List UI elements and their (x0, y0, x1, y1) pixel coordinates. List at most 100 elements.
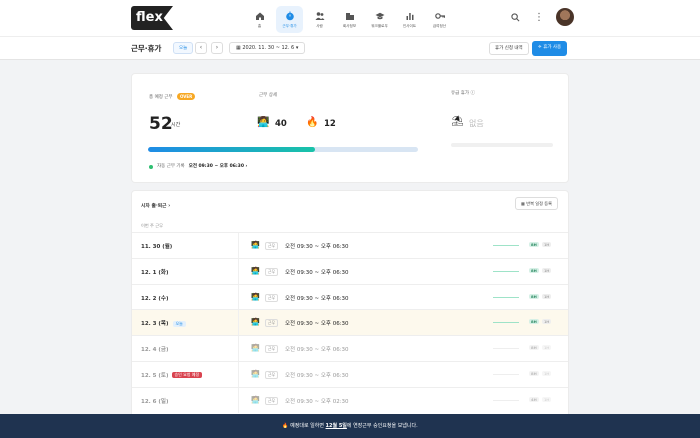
use-vacation-button[interactable]: ✈ 휴가 사용 (532, 41, 568, 56)
work-hours-badge: 8H (529, 242, 539, 247)
approval-pending-badge: 승인 요청 예정 (171, 372, 203, 379)
next-week-button[interactable]: › (211, 42, 223, 54)
work-type-badge: 근무 (265, 267, 278, 276)
use-vacation-label: 휴가 사용 (543, 45, 562, 50)
work-type-badge: 근무 (265, 242, 278, 250)
auto-record-time: 오전 09:30 ~ 오후 06:30 › (188, 164, 248, 169)
break-hours-badge: 1H (542, 242, 552, 247)
search-icon[interactable] (508, 10, 522, 24)
work-progress-bar (148, 147, 418, 152)
nav-item-2[interactable]: 사람 (306, 6, 333, 33)
overtime-count: 12 (324, 119, 336, 129)
work-time: 오전 09:30 ~ 오후 06:30 (285, 295, 349, 302)
nav-item-label: 홈 (257, 23, 262, 28)
schedule-row[interactable]: 12. 2 (수) 🧑‍💻 근무 오전 09:30 ~ 오후 06:30 8H 1H (132, 283, 568, 310)
row-divider (238, 361, 239, 387)
break-hours-badge: 1H (542, 370, 552, 376)
row-date: 12. 5 (토) 승인 요청 예정 (141, 371, 203, 379)
work-timeline-bar (493, 373, 519, 375)
row-divider (238, 336, 239, 361)
over-badge: OVER (177, 93, 196, 100)
total-hours: 52 (149, 114, 173, 134)
notice-prefix: 예정대로 일하면 (290, 423, 324, 429)
clock-icon (285, 11, 295, 21)
row-divider (238, 258, 239, 284)
nav-item-label: 워크플로우 (371, 23, 388, 28)
work-type-badge: 근무 (265, 370, 278, 379)
today-badge: 오늘 (172, 320, 186, 327)
work-timeline-bar (493, 270, 519, 272)
schedule-card: 시차 출·퇴근 › ▦ 반복 일정 등록 이번 주 근무 11. 30 (월) 🧑… (131, 190, 569, 415)
work-time: 오전 09:30 ~ 오후 02:30 (285, 398, 349, 405)
nav-item-label: 사람 (316, 23, 323, 28)
worker-icon: 🧑‍💻 (251, 395, 260, 404)
register-recurring-button[interactable]: ▦ 반복 일정 등록 (514, 197, 558, 210)
date-range-picker[interactable]: ▦ 2020. 11. 30 ~ 12. 6 ▾ (229, 42, 306, 54)
break-hours-badge: 1H (542, 267, 552, 273)
nav-item-1[interactable]: 근무·휴가 (276, 6, 303, 33)
work-timeline-bar (493, 348, 519, 350)
top-navigation: flex 홈 근무·휴가 사람 회사정보 워크플로우 인사이트 급여정산 ⋮ (0, 0, 700, 36)
beach-umbrella-icon: ⛱ (451, 116, 464, 127)
schedule-row[interactable]: 11. 30 (월) 🧑‍💻 근무 오전 09:30 ~ 오후 06:30 8H 1H (132, 232, 568, 258)
work-time: 오전 09:30 ~ 오후 06:30 (285, 244, 349, 250)
nav-item-0[interactable]: 홈 (246, 6, 273, 33)
schedule-row[interactable]: 12. 1 (화) 🧑‍💻 근무 오전 09:30 ~ 오후 06:30 8H 1H (132, 257, 568, 284)
today-button[interactable]: 오늘 (173, 42, 194, 54)
work-hours-badge: 8H (529, 319, 539, 325)
worker-icon: 🧑‍💻 (251, 266, 260, 275)
break-hours-badge: 1H (542, 319, 552, 325)
work-type-badge: 근무 (265, 293, 278, 302)
avatar[interactable] (556, 8, 574, 26)
bar-chart-icon (405, 11, 415, 21)
work-progress-fill (148, 147, 316, 152)
notice-date: 12월 5일 (325, 423, 347, 429)
prev-week-button[interactable]: ‹ (195, 42, 207, 54)
flexible-hours-link[interactable]: 시차 출·퇴근 › (141, 202, 170, 209)
work-summary-card: 총 예정 근무 OVER 52 시간 근무 상세 👩‍💻 40 🔥 12 자동 … (131, 73, 569, 183)
work-timeline-bar (493, 296, 519, 298)
overtime-notice-banner: 🔥 예정대로 일하면 12월 5일에 연장근무 승인요청을 보냅니다. (0, 414, 700, 438)
regular-work-count: 40 (275, 119, 287, 129)
home-icon (255, 11, 265, 21)
break-hours-badge: 1H (542, 293, 552, 299)
work-type-badge: 근무 (265, 396, 278, 405)
work-timeline-bar (493, 399, 519, 401)
register-recurring-label: 반복 일정 등록 (526, 201, 552, 206)
nav-item-3[interactable]: 회사정보 (336, 6, 363, 33)
work-time: 오전 09:30 ~ 오후 06:30 (285, 269, 349, 276)
page-title: 근무·휴가 (131, 44, 162, 53)
work-time: 오전 09:30 ~ 오후 06:30 (285, 347, 349, 354)
row-date: 12. 3 (목) 오늘 (141, 319, 186, 327)
nav-item-4[interactable]: 워크플로우 (366, 6, 393, 33)
vacation-request-history-button[interactable]: 휴가 신청 내역 (489, 42, 529, 55)
break-hours-badge: 1H (542, 345, 552, 351)
nav-item-5[interactable]: 인사이트 (396, 6, 423, 33)
nav-item-label: 급여정산 (432, 23, 447, 28)
schedule-row[interactable]: 12. 3 (목) 오늘 🧑‍💻 근무 오전 09:30 ~ 오후 06:30 8H 1H (132, 309, 568, 336)
break-hours-badge: 1H (542, 396, 552, 402)
more-vertical-icon[interactable]: ⋮ (532, 10, 546, 24)
work-hours-badge: 8H (529, 267, 539, 273)
worker-icon: 👩‍💻 (257, 117, 270, 128)
date-range-label: 2020. 11. 30 ~ 12. 6 (242, 45, 295, 51)
nav-item-6[interactable]: 급여정산 (426, 6, 453, 33)
paid-leave-value: 없음 (469, 119, 484, 128)
schedule-row[interactable]: 12. 4 (금) 🧑‍💻 근무 오전 09:30 ~ 오후 06:30 8H 1H (132, 335, 568, 361)
planned-work-label: 총 예정 근무 (149, 95, 173, 100)
auto-record-link[interactable]: 자동 근무 기록 오전 09:30 ~ 오후 06:30 › (157, 163, 247, 169)
work-hours-badge: 4H (529, 396, 539, 402)
sub-header: 근무·휴가 오늘 ‹ › ▦ 2020. 11. 30 ~ 12. 6 ▾ 휴가… (0, 36, 700, 60)
work-type-badge: 근무 (265, 319, 278, 328)
schedule-row[interactable]: 12. 6 (일) 🧑‍💻 근무 오전 09:30 ~ 오후 02:30 4H 1H (132, 386, 568, 413)
building-icon (345, 11, 355, 21)
schedule-row[interactable]: 12. 5 (토) 승인 요청 예정 🧑‍💻 근무 오전 09:30 ~ 오후 06:3… (132, 360, 568, 387)
flex-logo[interactable]: flex (131, 6, 173, 30)
row-date: 11. 30 (월) (141, 244, 173, 250)
work-hours-badge: 8H (529, 370, 539, 376)
fire-icon: 🔥 (306, 117, 319, 128)
row-date: 12. 1 (화) (141, 269, 169, 276)
row-date: 12. 6 (일) (141, 398, 169, 405)
week-label: 이번 주 근무 (141, 223, 163, 228)
help-icon[interactable]: ⓘ (470, 91, 475, 96)
